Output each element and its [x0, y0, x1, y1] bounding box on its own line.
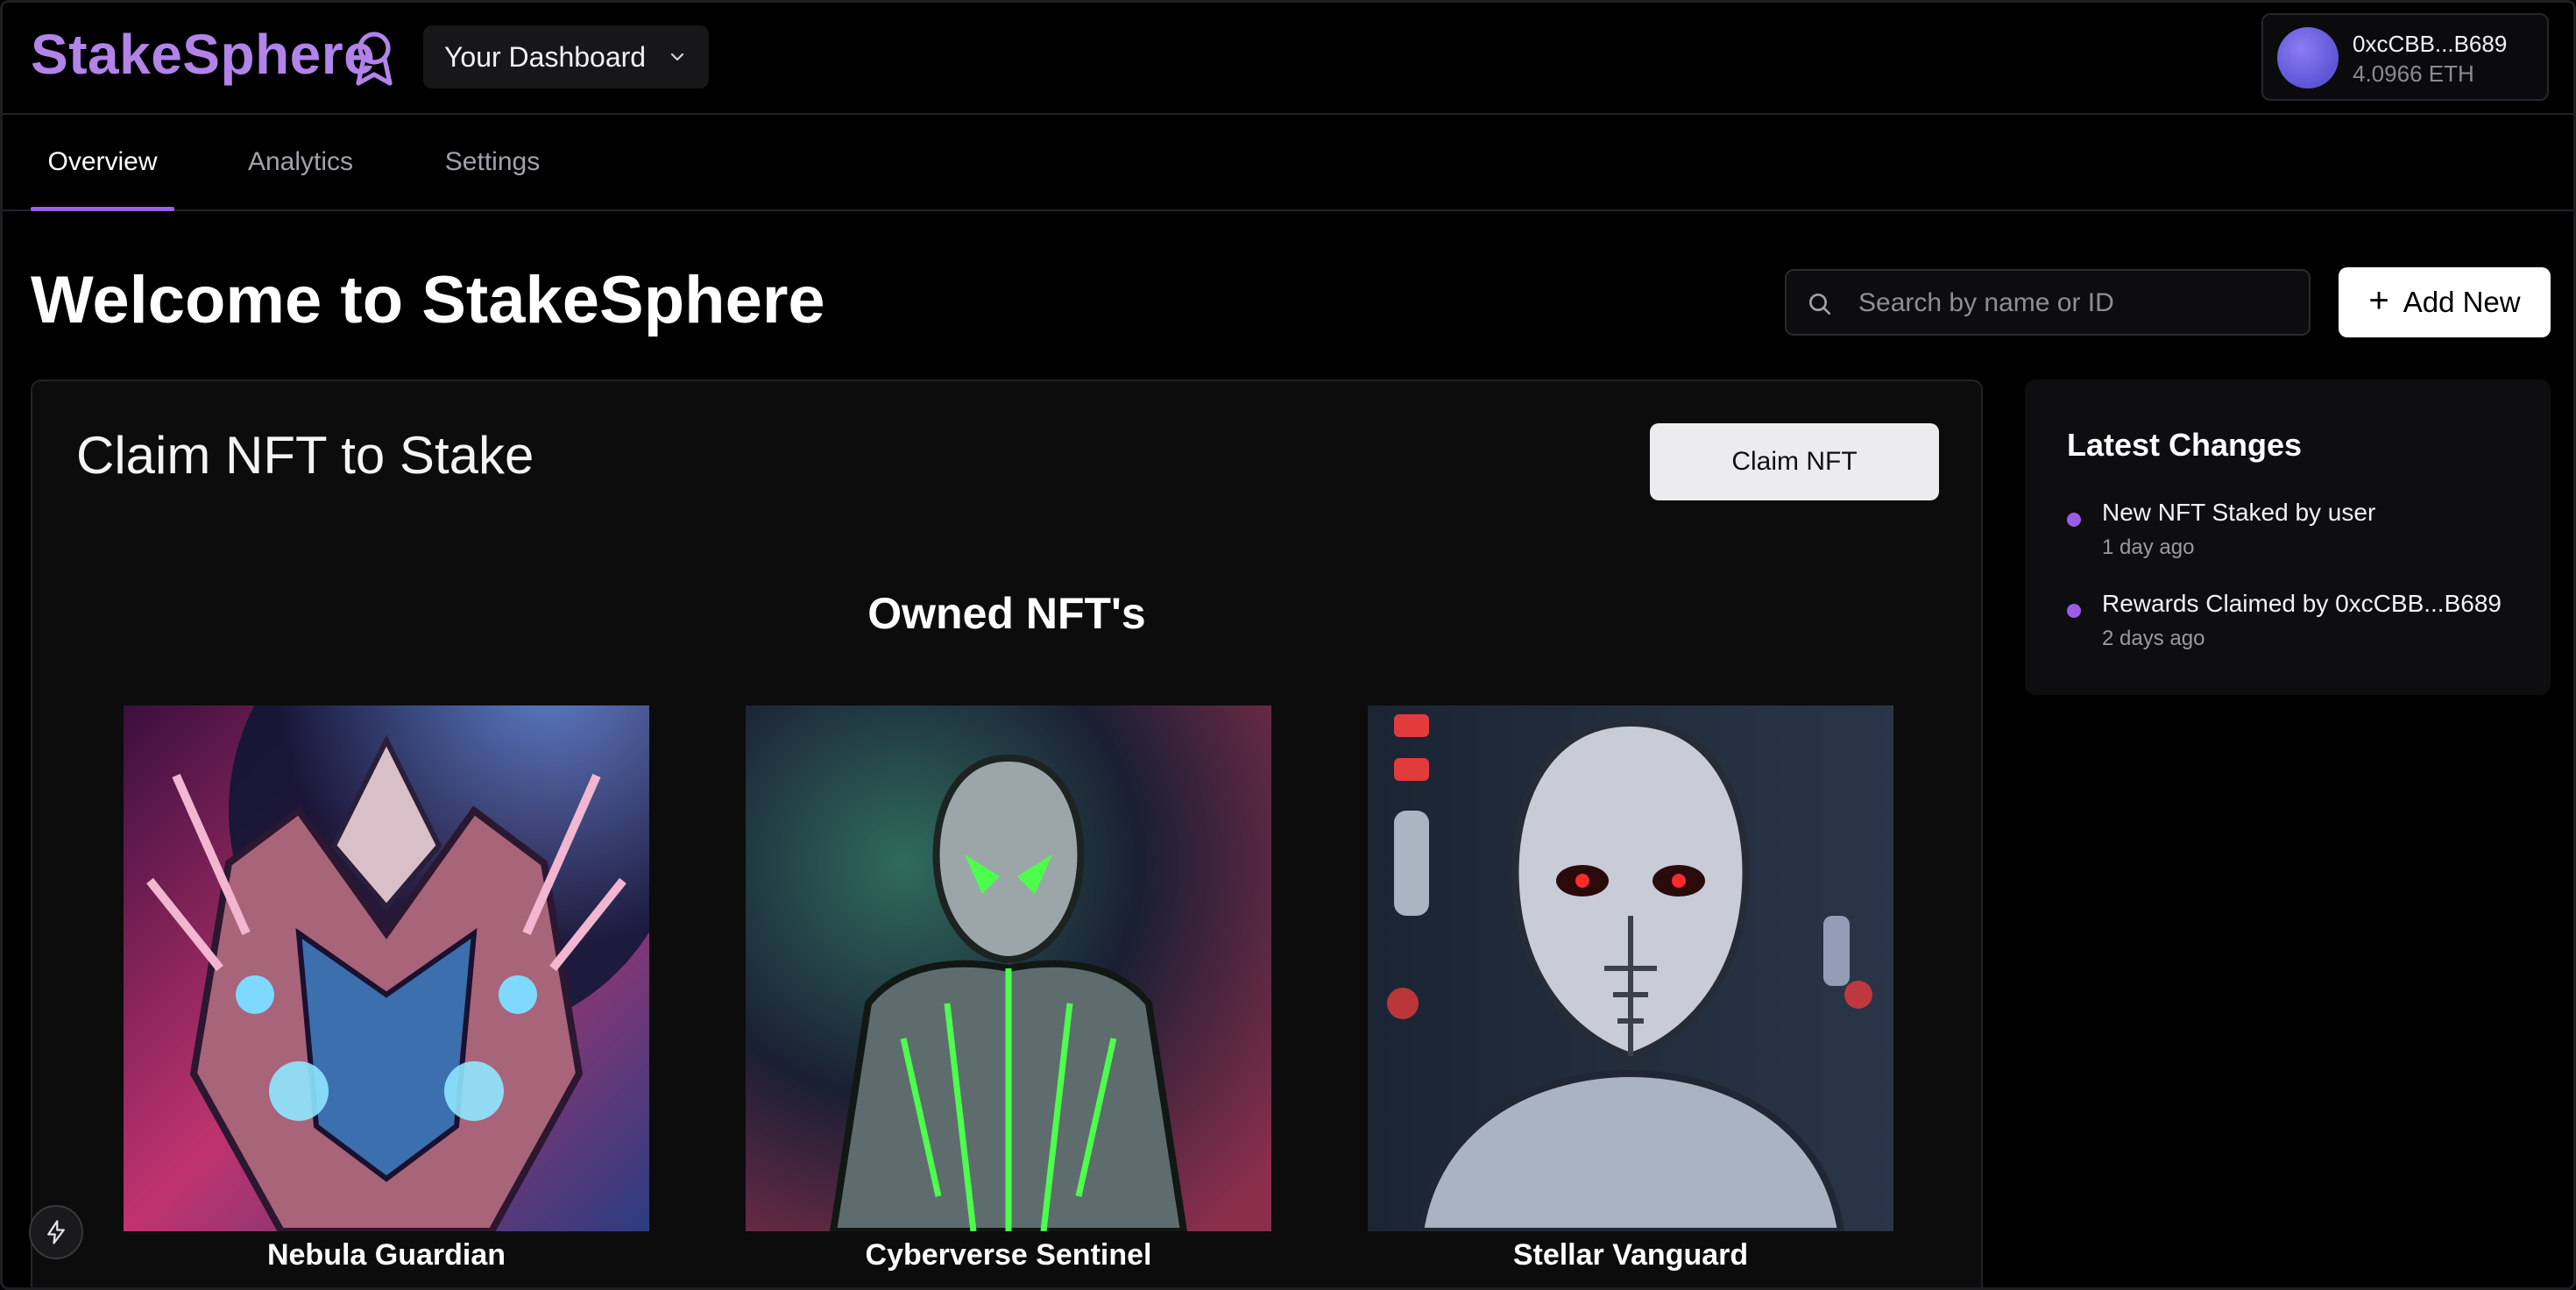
nft-card[interactable]: Stellar Vanguard — [1368, 705, 1893, 1272]
nft-name: Cyberverse Sentinel — [865, 1238, 1152, 1272]
nft-image-stellar-vanguard[interactable] — [1368, 705, 1893, 1231]
nft-image-nebula-guardian[interactable] — [124, 705, 649, 1231]
nft-image-cyberverse-sentinel[interactable] — [746, 705, 1271, 1231]
bullet-dot-icon — [2067, 604, 2081, 618]
dashboard-select[interactable]: Your Dashboard — [423, 25, 709, 89]
claim-nft-card: Claim NFT to Stake Claim NFT Owned NFT's — [31, 379, 1983, 1287]
bullet-dot-icon — [2067, 513, 2081, 527]
change-time: 2 days ago — [2102, 627, 2205, 650]
nft-card[interactable]: Cyberverse Sentinel — [746, 705, 1271, 1272]
dashboard-select-label: Your Dashboard — [444, 40, 647, 73]
tab-bar: Overview Analytics Settings — [3, 115, 2573, 211]
wallet-balance: 4.0966 ETH — [2353, 60, 2474, 87]
claim-card-title: Claim NFT to Stake — [76, 426, 534, 485]
wallet-button[interactable]: 0xcCBB...B689 4.0966 ETH — [2261, 13, 2549, 101]
change-text: New NFT Staked by user — [2102, 499, 2376, 526]
latest-changes-panel: Latest Changes New NFT Staked by user 1 … — [2025, 379, 2551, 695]
award-icon — [356, 32, 393, 86]
app-logo[interactable]: StakeSphere — [31, 22, 375, 87]
add-new-label: Add New — [2403, 286, 2521, 318]
nft-name: Nebula Guardian — [266, 1238, 506, 1272]
search-box[interactable] — [1785, 269, 2311, 336]
latest-changes-title: Latest Changes — [2067, 427, 2303, 463]
tab-settings[interactable]: Settings — [434, 115, 551, 209]
wallet-avatar — [2277, 27, 2339, 89]
wallet-address: 0xcCBB...B689 — [2353, 31, 2508, 57]
page-title: Welcome to StakeSphere — [31, 263, 825, 337]
change-text: Rewards Claimed by 0xcCBB...B689 — [2102, 590, 2502, 617]
chevron-down-icon — [670, 53, 684, 61]
claim-nft-button[interactable]: Claim NFT — [1650, 423, 1939, 500]
app-window: StakeSphere Your Dashboard 0xcCBB...B689… — [0, 0, 2576, 1290]
nft-card[interactable]: Nebula Guardian — [124, 705, 649, 1272]
tab-analytics[interactable]: Analytics — [234, 115, 367, 209]
top-header: StakeSphere Your Dashboard 0xcCBB...B689… — [3, 3, 2573, 115]
quick-action-button[interactable] — [29, 1205, 83, 1259]
change-time: 1 day ago — [2102, 535, 2195, 559]
plus-icon: + — [2368, 280, 2389, 320]
tab-overview[interactable]: Overview — [31, 115, 174, 211]
search-icon — [1809, 294, 1830, 315]
owned-nfts-heading: Owned NFT's — [867, 589, 1146, 638]
search-input[interactable] — [1857, 271, 2298, 336]
add-new-button[interactable]: + Add New — [2339, 267, 2551, 337]
lightning-bolt-icon — [47, 1220, 65, 1244]
nft-name: Stellar Vanguard — [1512, 1238, 1749, 1272]
